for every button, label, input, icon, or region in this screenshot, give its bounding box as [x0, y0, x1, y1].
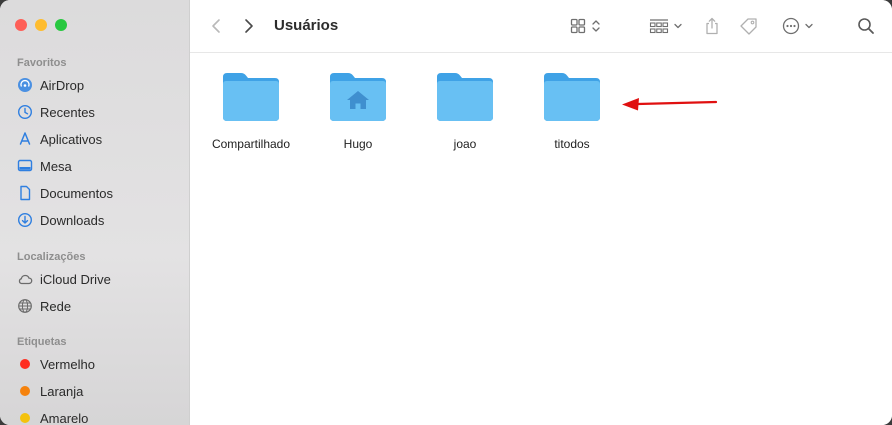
- sidebar-item-label: iCloud Drive: [40, 271, 111, 287]
- sidebar-item-tag-laranja[interactable]: Laranja: [17, 381, 83, 401]
- network-icon: [17, 298, 33, 314]
- folder-label: Compartilhado: [211, 137, 291, 151]
- sidebar-item-label: Recentes: [40, 104, 95, 120]
- sidebar-item-icloud-drive[interactable]: iCloud Drive: [17, 269, 111, 289]
- folder-label: joao: [453, 137, 477, 151]
- tags-section-title: Etiquetas: [17, 336, 67, 348]
- sidebar-item-label: Mesa: [40, 158, 72, 174]
- cloud-icon: [17, 271, 33, 287]
- folder-item-titodos[interactable]: titodos: [522, 71, 622, 151]
- chevron-right-icon: [245, 19, 253, 33]
- sidebar-item-label: Amarelo: [40, 410, 89, 425]
- folder-item-hugo[interactable]: Hugo: [308, 71, 408, 151]
- close-button[interactable]: [15, 19, 27, 31]
- sidebar-item-tag-amarelo[interactable]: Amarelo: [17, 408, 88, 425]
- tag-button[interactable]: [738, 14, 760, 38]
- sidebar-item-label: Documentos: [40, 185, 113, 201]
- sidebar: Favoritos AirDrop Recentes Aplicativos M…: [0, 0, 190, 425]
- ellipsis-circle-icon: [782, 17, 800, 35]
- sidebar-item-documentos[interactable]: Documentos: [17, 183, 113, 203]
- sidebar-item-label: Vermelho: [40, 356, 95, 372]
- sidebar-item-tag-vermelho[interactable]: Vermelho: [17, 354, 95, 374]
- desktop-icon: [17, 158, 33, 174]
- tag-icon: [740, 18, 757, 35]
- orange-tag-icon: [20, 386, 30, 396]
- clock-icon: [17, 104, 33, 120]
- view-mode-button[interactable]: [566, 14, 604, 38]
- locations-section-title: Localizações: [17, 251, 86, 263]
- folder-label: Hugo: [343, 137, 373, 151]
- chevron-left-icon: [212, 19, 220, 33]
- sidebar-item-label: Aplicativos: [40, 131, 103, 147]
- chevron-down-icon: [674, 23, 682, 29]
- favorites-section-title: Favoritos: [17, 57, 67, 69]
- sidebar-item-label: Laranja: [40, 383, 84, 399]
- forward-button[interactable]: [239, 14, 259, 38]
- sidebar-item-mesa[interactable]: Mesa: [17, 156, 72, 176]
- document-icon: [17, 185, 33, 201]
- search-button[interactable]: [856, 14, 876, 38]
- folder-icon: [544, 73, 600, 121]
- zoom-button[interactable]: [55, 19, 67, 31]
- folder-icon: [437, 73, 493, 121]
- applications-icon: [17, 131, 33, 147]
- more-actions-button[interactable]: [778, 14, 818, 38]
- chevron-down-icon: [805, 23, 813, 29]
- sidebar-item-downloads[interactable]: Downloads: [17, 210, 104, 230]
- folder-icon: [223, 73, 279, 121]
- window-title: Usuários: [274, 17, 339, 34]
- search-icon: [858, 18, 874, 34]
- group-icon: [649, 19, 669, 34]
- grid-view-icon: [570, 18, 585, 34]
- red-tag-icon: [20, 359, 30, 369]
- sidebar-item-label: Downloads: [40, 212, 105, 228]
- chevron-updown-icon: [591, 20, 600, 32]
- sidebar-item-aplicativos[interactable]: Aplicativos: [17, 129, 102, 149]
- share-icon: [706, 17, 718, 35]
- sidebar-item-recentes[interactable]: Recentes: [17, 102, 95, 122]
- minimize-button[interactable]: [35, 19, 47, 31]
- airdrop-icon: [17, 77, 33, 93]
- sidebar-item-airdrop[interactable]: AirDrop: [17, 75, 84, 95]
- sidebar-item-rede[interactable]: Rede: [17, 296, 71, 316]
- toolbar: Usuários: [190, 0, 892, 53]
- folder-item-joao[interactable]: joao: [415, 71, 515, 151]
- home-folder-icon: [330, 73, 386, 121]
- folder-label: titodos: [554, 137, 590, 151]
- back-button[interactable]: [206, 14, 226, 38]
- yellow-tag-icon: [20, 413, 30, 423]
- download-icon: [17, 212, 33, 228]
- red-arrow-annotation: [622, 98, 718, 111]
- folder-item-compartilhado[interactable]: Compartilhado: [201, 71, 301, 151]
- group-button[interactable]: [646, 14, 686, 38]
- sidebar-item-label: Rede: [40, 298, 72, 314]
- sidebar-item-label: AirDrop: [40, 77, 85, 93]
- share-button[interactable]: [702, 14, 722, 38]
- window-controls: [15, 19, 67, 31]
- file-browser: Compartilhado Hugo joao titodos: [190, 53, 892, 425]
- finder-window: Favoritos AirDrop Recentes Aplicativos M…: [0, 0, 892, 425]
